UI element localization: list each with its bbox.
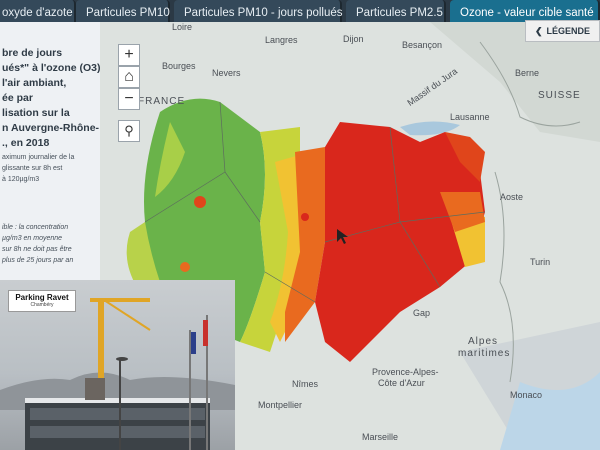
place-label: Turin xyxy=(530,257,551,267)
panel-line: bre de jours xyxy=(2,47,63,59)
home-icon: ⌂ xyxy=(124,68,134,85)
place-label: SUISSE xyxy=(538,90,581,101)
note-line: aximum journalier de la xyxy=(2,154,75,161)
panel-line: ée par xyxy=(2,92,33,104)
place-label: Montpellier xyxy=(258,400,303,410)
zoom-in-button[interactable]: + xyxy=(118,44,140,66)
photo-inset: Parking Ravet Chambéry xyxy=(0,280,235,450)
tab-label: Particules PM10 xyxy=(86,7,170,19)
place-label: Marseille xyxy=(362,432,399,442)
place-label: Nevers xyxy=(212,68,241,78)
tab-label: oxyde d'azote xyxy=(2,7,73,19)
home-button[interactable]: ⌂ xyxy=(118,66,140,88)
panel-line: lisation sur la xyxy=(2,107,70,119)
tab-label: Ozone - valeur cible santé xyxy=(460,7,594,19)
info-panel: bre de jours ués*" à l'ozone (O3) l'air … xyxy=(0,22,100,292)
place-label: Aoste xyxy=(500,192,524,202)
place-label: Berne xyxy=(515,68,540,78)
note-line: ible : la concentration xyxy=(2,224,69,231)
place-label: Langres xyxy=(265,35,298,45)
tab-label: Particules PM2.5 xyxy=(356,7,443,19)
place-label: Alpes xyxy=(468,336,499,347)
sign-subtitle: Chambéry xyxy=(30,302,54,308)
place-label: Bourges xyxy=(162,61,196,71)
search-icon: ⚲ xyxy=(124,123,134,138)
panel-title: bre de jours ués*" à l'ozone (O3) l'air … xyxy=(2,46,100,151)
place-label: Provence-Alpes- xyxy=(372,367,439,377)
place-label: FRANCE xyxy=(138,96,186,107)
sign-title: Parking Ravet xyxy=(15,293,69,302)
place-label: Lausanne xyxy=(450,112,490,122)
note-line: plus de 25 jours par an xyxy=(2,257,74,264)
tab-label: Particules PM10 - jours pollués xyxy=(184,7,343,19)
chevron-left-icon: ❮ xyxy=(534,25,543,36)
note-line: à 120µg/m3 xyxy=(2,176,40,183)
place-label: maritimes xyxy=(458,348,511,359)
place-label: Côte d'Azur xyxy=(378,378,425,388)
panel-target-note: ible : la concentration µg/m3 en moyenne… xyxy=(2,222,100,266)
plus-icon: + xyxy=(124,46,134,63)
search-button[interactable]: ⚲ xyxy=(118,120,140,142)
note-line: µg/m3 en moyenne xyxy=(2,235,63,242)
legend-label: LÉGENDE xyxy=(546,26,591,36)
note-line: glissante sur 8h est xyxy=(2,165,63,172)
panel-line: n Auvergne-Rhône- xyxy=(2,122,100,134)
place-label: Loire xyxy=(172,22,193,32)
minus-icon: − xyxy=(124,90,134,107)
place-label: Gap xyxy=(413,308,431,318)
note-line: sur 8h ne doit pas être xyxy=(2,246,72,253)
panel-note: aximum journalier de la glissante sur 8h… xyxy=(2,152,100,185)
place-label: Besançon xyxy=(402,40,443,50)
legend-button[interactable]: ❮ LÉGENDE xyxy=(525,20,600,42)
panel-line: l'air ambiant, xyxy=(2,77,67,89)
zoom-out-button[interactable]: − xyxy=(118,88,140,110)
place-label: Nîmes xyxy=(292,379,319,389)
parking-sign: Parking Ravet Chambéry xyxy=(8,290,76,312)
place-label: Dijon xyxy=(343,34,364,44)
panel-line: ués*" à l'ozone (O3) xyxy=(2,62,100,74)
panel-line: ., en 2018 xyxy=(2,137,50,149)
place-label: Monaco xyxy=(510,390,543,400)
